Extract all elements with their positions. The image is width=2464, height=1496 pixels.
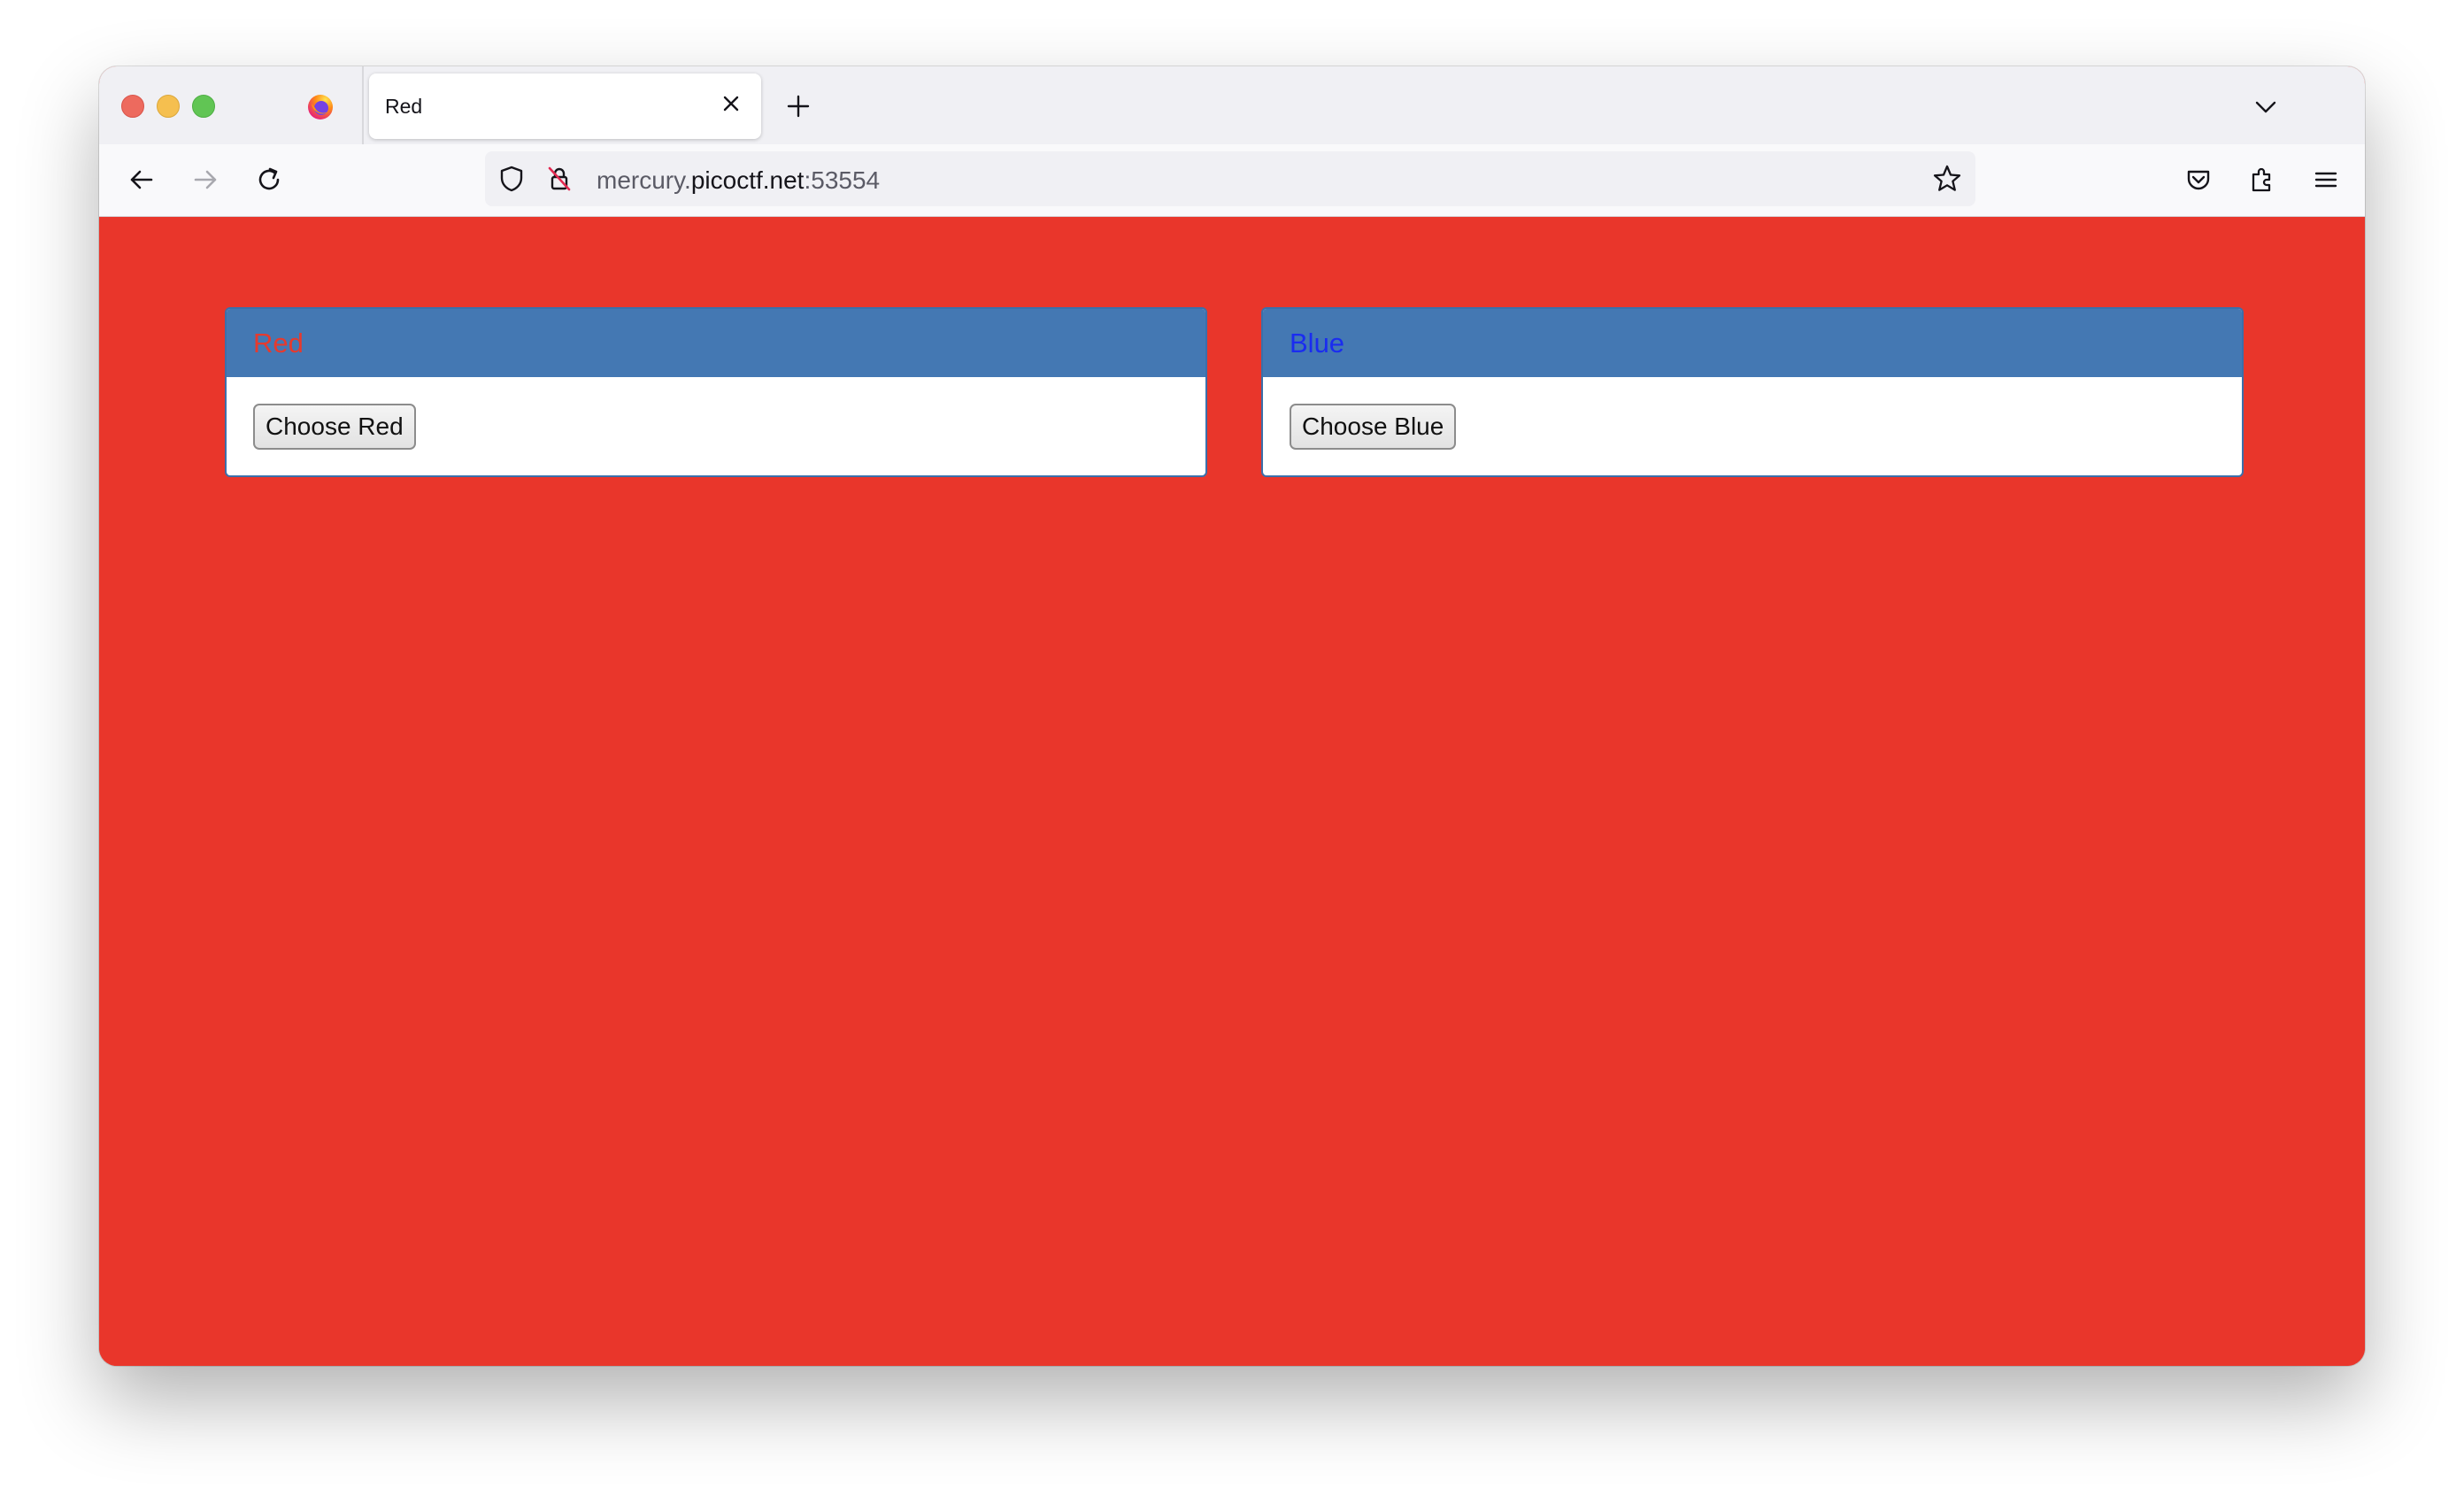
address-bar[interactable]: mercury.picoctf.net:53554 — [485, 151, 1975, 206]
tab-title: Red — [385, 95, 423, 118]
window-zoom-button[interactable] — [192, 95, 215, 118]
reload-icon[interactable] — [248, 158, 290, 201]
url-host: picoctf.net — [690, 166, 805, 194]
panel-header: Blue — [1263, 309, 2242, 377]
tab-divider — [362, 66, 364, 144]
lock-insecure-icon[interactable] — [543, 163, 575, 195]
chevron-down-icon[interactable] — [2248, 89, 2283, 125]
close-icon[interactable] — [715, 88, 747, 120]
url-port: :53554 — [804, 166, 881, 194]
arrow-right-icon[interactable] — [184, 158, 227, 201]
pocket-icon[interactable] — [2177, 158, 2220, 201]
browser-window: Red mercury.picoctf.net:53554 Red Choose… — [99, 66, 2365, 1366]
shield-icon[interactable] — [496, 163, 527, 195]
tab-red[interactable]: Red — [369, 73, 761, 139]
puzzle-icon[interactable] — [2241, 158, 2283, 201]
panel-header: Red — [227, 309, 1205, 377]
tab-strip: Red — [99, 66, 2365, 144]
panel-red: Red Choose Red — [225, 307, 1207, 477]
page-content: Red Choose Red Blue Choose Blue — [99, 218, 2365, 1366]
panel-blue: Blue Choose Blue — [1261, 307, 2244, 477]
url-text[interactable]: mercury.picoctf.net:53554 — [597, 166, 880, 195]
panel-body: Choose Blue — [1263, 377, 2242, 450]
navigation-toolbar: mercury.picoctf.net:53554 — [99, 144, 2365, 217]
star-icon[interactable] — [1931, 163, 1963, 195]
plus-icon[interactable] — [781, 89, 816, 124]
choose-blue-button[interactable]: Choose Blue — [1290, 404, 1457, 450]
panel-body: Choose Red — [227, 377, 1205, 450]
panel-title-blue: Blue — [1290, 327, 1345, 359]
window-minimize-button[interactable] — [157, 95, 180, 118]
window-close-button[interactable] — [121, 95, 144, 118]
hamburger-icon[interactable] — [2305, 158, 2347, 201]
arrow-left-icon[interactable] — [120, 158, 163, 201]
panel-title-red: Red — [253, 327, 304, 359]
url-prefix: mercury. — [597, 166, 691, 194]
choose-red-button[interactable]: Choose Red — [253, 404, 416, 450]
firefox-logo-icon — [306, 93, 335, 121]
